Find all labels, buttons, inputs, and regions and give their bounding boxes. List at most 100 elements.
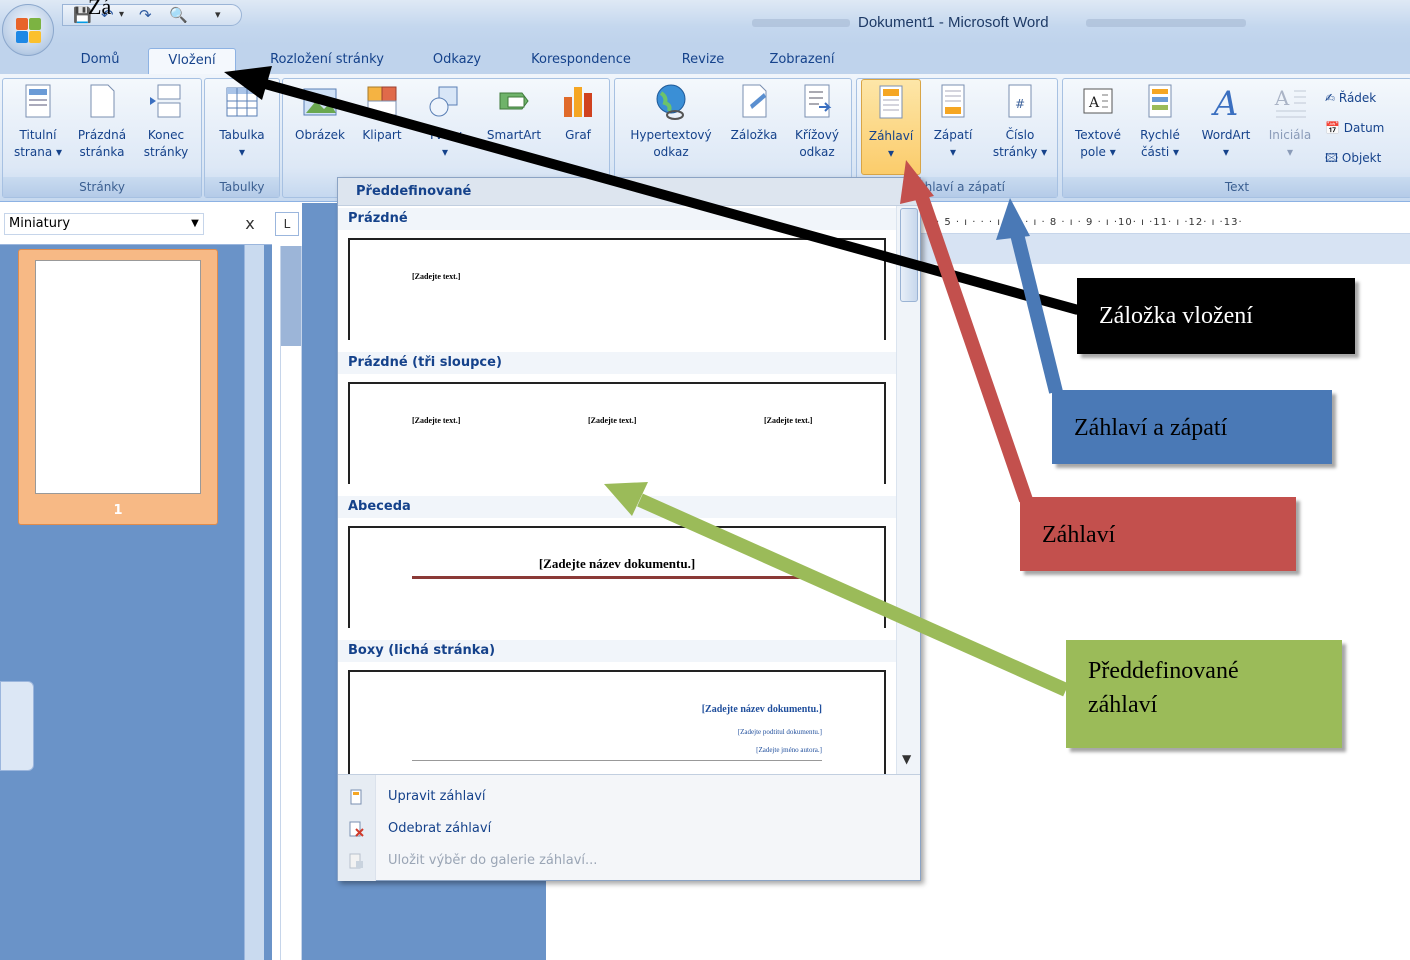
print-preview-icon[interactable]: 🔍 (169, 6, 188, 24)
text-box-label-2: pole ▾ (1080, 145, 1116, 159)
chevron-down-icon[interactable]: ▼ (186, 213, 204, 235)
chart-label: Graf (565, 128, 591, 142)
office-button[interactable] (2, 4, 54, 56)
callout-header: Záhlaví (1020, 497, 1296, 571)
tab-zobrazeni[interactable]: Zobrazení (756, 48, 848, 74)
placeholder-author: [Zadejte jméno autora.] (756, 746, 822, 754)
callout-header-footer: Záhlaví a zápatí (1052, 390, 1332, 464)
view-selector[interactable]: Miniatury (4, 213, 204, 235)
tab-korespondence[interactable]: Korespondence (512, 48, 650, 74)
thumbnail-page-number: 1 (113, 503, 123, 518)
page-break-button[interactable]: Konec stránky (135, 79, 197, 175)
gallery-scrollbar[interactable]: ▼ (896, 206, 920, 774)
remove-header-icon (349, 821, 364, 837)
gallery-item-prazdne[interactable]: [Zadejte text.] (348, 238, 886, 340)
page-break-label-1: Konec (147, 128, 185, 142)
ribbon-tabs: Domů Vložení Rozložení stránky Odkazy Ko… (0, 44, 1410, 74)
thumbnail-scrollbar[interactable] (244, 245, 264, 960)
smartart-label: SmartArt (486, 128, 542, 142)
cover-page-icon (25, 84, 51, 118)
gallery-item-prazdne-tri-sloupce[interactable]: [Zadejte text.] [Zadejte text.] [Zadejte… (348, 382, 886, 484)
footer-label-2: ▾ (949, 145, 957, 159)
title-blur-left (752, 19, 850, 27)
header-icon (879, 85, 903, 119)
shapes-button[interactable]: Tvary ▾ (415, 79, 475, 175)
signature-line-button[interactable]: ✍ Řádek (1325, 87, 1376, 109)
bookmark-button[interactable]: Záložka (723, 79, 785, 175)
date-time-icon: 📅 (1325, 121, 1344, 135)
tab-selector-button[interactable]: L (275, 212, 299, 236)
title-bar: 💾 ↶ ▾ ↷ 🔍 ▾ Zá Dokument1 - Microsoft Wor… (0, 0, 1410, 44)
object-label: Objekt (1341, 151, 1382, 165)
group-pages: Titulní strana ▾ Prázdná stránka Konec s… (2, 78, 202, 198)
blank-page-label-1: Prázdná (77, 128, 127, 142)
page-thumbnail[interactable]: 1 (18, 249, 218, 525)
tab-vlozeni[interactable]: Vložení (148, 48, 236, 74)
save-selection-menu-item: Uložit výběr do galerie záhlaví... (338, 847, 920, 875)
document-top-margin (920, 234, 1410, 264)
redo-icon[interactable]: ↷ (139, 6, 152, 24)
blank-page-label-2: stránka (79, 145, 125, 159)
pane-resize-handle[interactable] (0, 681, 34, 771)
chart-button[interactable]: Graf (551, 79, 605, 175)
quick-parts-label-2: části ▾ (1140, 145, 1180, 159)
text-box-icon: A (1083, 88, 1113, 114)
cross-reference-icon (804, 84, 832, 118)
group-text-label: Text (1063, 177, 1410, 197)
gallery-item-abeceda[interactable]: [Zadejte název dokumentu.] (348, 526, 886, 628)
svg-text:#: # (1015, 97, 1025, 111)
tab-revize[interactable]: Revize (666, 48, 740, 74)
hyperlink-button[interactable]: Hypertextový odkaz (621, 79, 721, 175)
callout-predefined-line1: Předdefinované (1088, 658, 1239, 684)
text-box-button[interactable]: A Textové pole ▾ (1067, 79, 1129, 175)
scroll-down-icon[interactable]: ▼ (902, 752, 911, 766)
table-button[interactable]: Tabulka ▾ (209, 79, 275, 175)
footer-button[interactable]: Zápatí ▾ (923, 79, 983, 175)
header-gallery-dropdown: Předdefinované Prázdné [Zadejte text.] P… (337, 177, 921, 881)
date-time-button[interactable]: 📅 Datum (1325, 117, 1384, 139)
header-button[interactable]: Záhlaví ▾ (861, 79, 921, 175)
placeholder-text: [Zadejte text.] (764, 416, 813, 425)
tab-domu[interactable]: Domů (64, 48, 136, 74)
signature-line-icon: ✍ (1325, 91, 1339, 105)
cross-reference-button[interactable]: Křížový odkaz (787, 79, 847, 175)
date-time-label: Datum (1343, 121, 1385, 135)
thumbnail-pane: Miniatury ▼ x 1 (0, 203, 272, 960)
bookmark-icon (742, 84, 767, 118)
remove-header-menu-item[interactable]: Odebrat záhlaví (338, 815, 920, 843)
tab-rozlozeni-stranky[interactable]: Rozložení stránky (252, 48, 402, 74)
table-icon (226, 87, 258, 117)
smartart-icon (499, 92, 529, 110)
horizontal-ruler: · 5 · ı · · · ı · 7 · ı · 8 · ı · 9 · ı … (920, 212, 1410, 234)
cover-page-button[interactable]: Titulní strana ▾ (7, 79, 69, 175)
quick-parts-icon (1148, 84, 1172, 118)
page-break-label-2: stránky (143, 145, 189, 159)
gallery-scroll-thumb[interactable] (900, 208, 918, 302)
tab-odkazy[interactable]: Odkazy (418, 48, 496, 74)
wordart-button[interactable]: A WordArt ▾ (1191, 79, 1261, 175)
hyperlink-label-1: Hypertextový (630, 128, 712, 142)
vertical-ruler (280, 246, 302, 960)
page-number-button[interactable]: # Číslo stránky ▾ (985, 79, 1055, 175)
callout-predefined-line2: záhlaví (1088, 692, 1158, 718)
blank-page-button[interactable]: Prázdná stránka (71, 79, 133, 175)
gallery-item-title: Boxy (lichá stránka) (338, 640, 896, 662)
quick-parts-button[interactable]: Rychlé části ▾ (1131, 79, 1189, 175)
stray-text: Zá (88, 0, 112, 19)
edit-header-menu-item[interactable]: Upravit záhlaví (338, 783, 920, 811)
group-tables: Tabulka ▾ Tabulky (204, 78, 280, 198)
close-pane-button[interactable]: x (240, 213, 260, 235)
object-icon: 🖾 (1325, 151, 1342, 165)
edit-header-label: Upravit záhlaví (388, 789, 486, 804)
clipart-button[interactable]: Klipart (353, 79, 411, 175)
object-button[interactable]: 🖾 Objekt (1325, 147, 1381, 169)
smartart-button[interactable]: SmartArt (479, 79, 549, 175)
remove-header-label: Odebrat záhlaví (388, 821, 492, 836)
drop-cap-button[interactable]: A Iniciála ▾ (1261, 79, 1319, 175)
placeholder-text: [Zadejte text.] (588, 416, 637, 425)
gallery-item-boxy[interactable]: [Zadejte název dokumentu.] [Zadejte podt… (348, 670, 886, 774)
wordart-label-2: ▾ (1222, 145, 1230, 159)
picture-button[interactable]: Obrázek (289, 79, 351, 175)
undo-dropdown-icon[interactable]: ▾ (119, 6, 124, 24)
customize-qat-icon[interactable]: ▾ (215, 6, 221, 24)
